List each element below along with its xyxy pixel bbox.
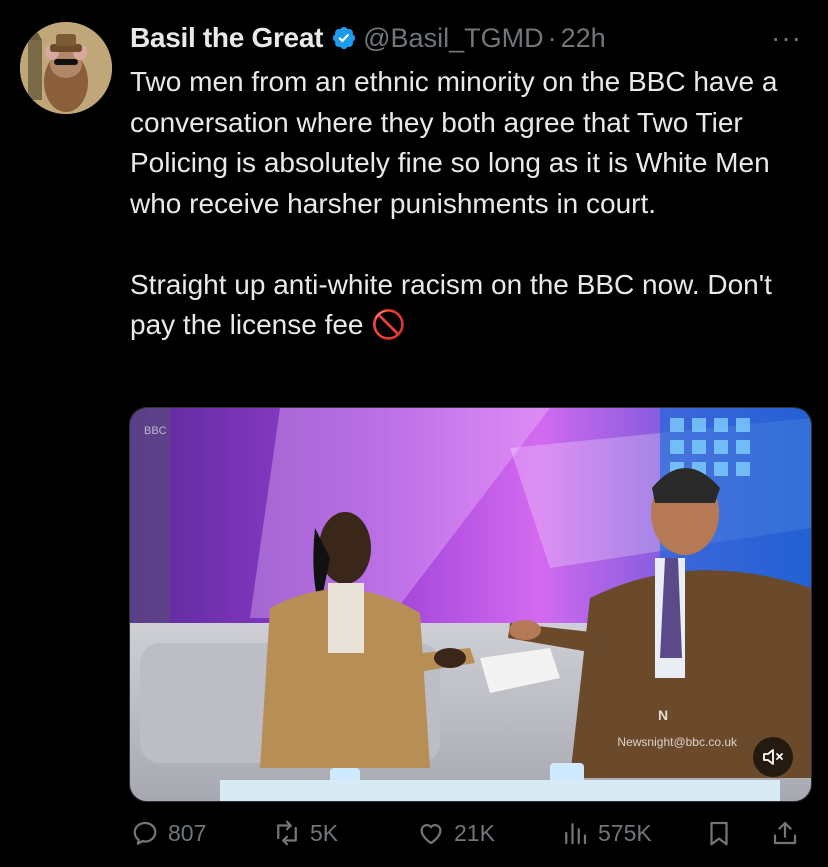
reply-icon: [133, 821, 157, 845]
video-watermark: Newsnight@bbc.co.uk: [617, 735, 737, 749]
speaker-muted-icon: [763, 749, 783, 765]
mute-toggle-button[interactable]: [753, 737, 793, 777]
share-button[interactable]: [770, 812, 808, 854]
author-name[interactable]: Basil the Great: [130, 22, 323, 54]
avatar-image: [20, 22, 112, 114]
reply-count: 807: [168, 819, 207, 846]
view-count: 575K: [598, 819, 652, 846]
like-count: 21K: [454, 819, 495, 846]
bookmark-button[interactable]: [704, 812, 742, 854]
views-button[interactable]: 575K: [560, 812, 652, 854]
verified-badge-icon: [333, 26, 356, 50]
repost-button[interactable]: 5K: [272, 812, 338, 854]
video-media[interactable]: BBC N Newsnight@bbc.co.uk: [129, 407, 812, 802]
bookmark-icon: [710, 821, 728, 846]
action-bar: 807 5K 21K 575K: [130, 812, 810, 854]
svg-text:BBC: BBC: [144, 425, 167, 437]
header-separator: ·: [547, 22, 557, 53]
more-options-icon[interactable]: ···: [771, 22, 802, 54]
tweet-header: Basil the Great @Basil_TGMD · 22h ···: [130, 18, 810, 58]
analytics-icon: [565, 823, 587, 845]
share-icon: [773, 821, 797, 845]
repost-count: 5K: [310, 819, 339, 846]
tweet-text: Two men from an ethnic minority on the B…: [130, 66, 778, 340]
heart-icon: [420, 824, 442, 845]
avatar[interactable]: [20, 22, 112, 114]
repost-icon: [277, 820, 297, 846]
like-button[interactable]: 21K: [416, 812, 495, 854]
post-time[interactable]: 22h: [561, 23, 606, 54]
author-handle[interactable]: @Basil_TGMD: [363, 23, 543, 54]
svg-text:N: N: [658, 707, 668, 723]
reply-button[interactable]: 807: [130, 812, 206, 854]
